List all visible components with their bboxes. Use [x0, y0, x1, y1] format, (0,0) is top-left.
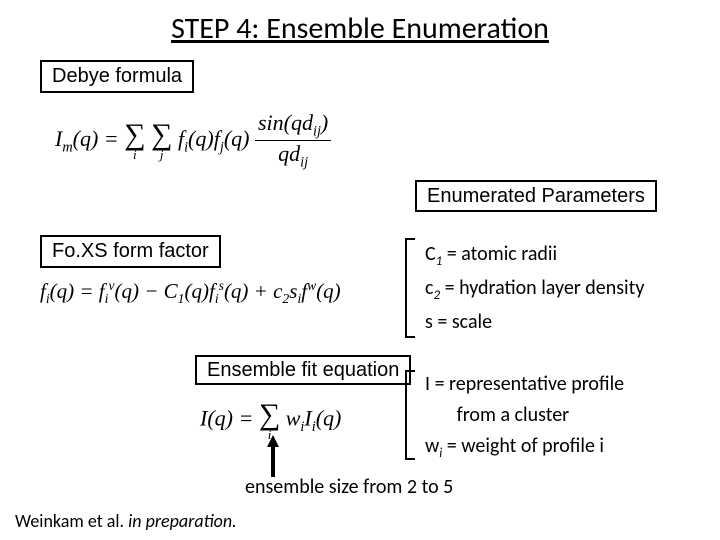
debye-formula-box: Debye formula	[40, 60, 194, 93]
param-I: I = representative profile	[425, 370, 624, 398]
param-list-1: C1 = atomic radii c2 = hydration layer d…	[425, 240, 644, 339]
param-c1: C1 = atomic radii	[425, 240, 644, 271]
bracket-params-2	[405, 370, 415, 460]
enumerated-params-box: Enumerated Parameters	[415, 180, 657, 212]
param-list-2: I = representative profile from a cluste…	[425, 370, 624, 466]
param-I-2: from a cluster	[425, 401, 624, 429]
ensemble-size-caption: ensemble size from 2 to 5	[245, 475, 453, 499]
debye-formula: Im(q) = ∑i ∑j fi(q)fj(q) sin(qdij) qdij	[55, 110, 331, 172]
foxs-formula: fi(q) = fiv(q) − C1(q)fis(q) + c2sifw(q)	[40, 278, 341, 307]
param-w: wi = weight of profile i	[425, 432, 624, 463]
ensemble-fit-box: Ensemble fit equation	[195, 355, 411, 385]
foxs-box: Fo.XS form factor	[40, 235, 221, 268]
param-c2: c2 = hydration layer density	[425, 274, 644, 305]
bracket-params-1	[405, 238, 415, 338]
param-s: s = scale	[425, 308, 644, 336]
page-title: STEP 4: Ensemble Enumeration	[0, 10, 720, 47]
citation: Weinkam et al. in preparation.	[15, 510, 237, 532]
